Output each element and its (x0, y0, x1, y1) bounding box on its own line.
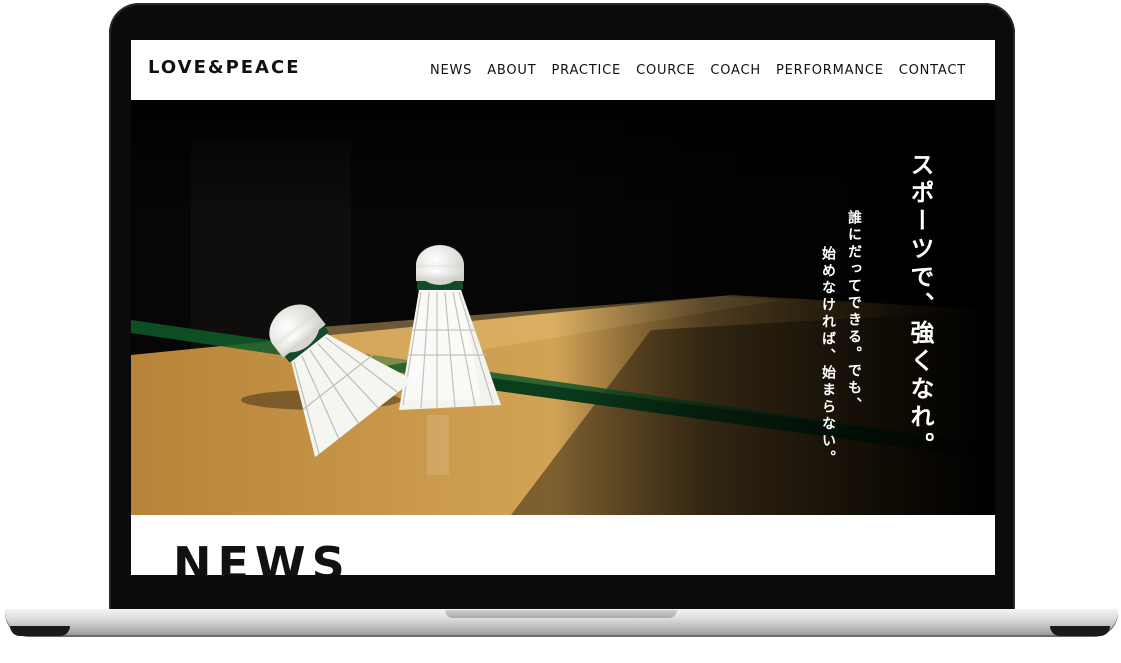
site-logo[interactable]: LOVE&PEACE (148, 57, 301, 78)
hero-subline-1: 誰にだってできる。でも、 (846, 210, 862, 414)
laptop-foot-left (10, 626, 70, 636)
news-heading: NEWS (173, 537, 351, 575)
nav-item-coach[interactable]: COACH (710, 63, 761, 78)
nav-item-cource[interactable]: COURCE (636, 63, 695, 78)
hero-section: スポーツで、強くなれ。 誰にだってできる。でも、 始めなければ、始まらない。 (131, 100, 995, 515)
nav-item-performance[interactable]: PERFORMANCE (776, 63, 884, 78)
nav-item-contact[interactable]: CONTACT (899, 63, 966, 78)
nav-item-about[interactable]: ABOUT (487, 63, 536, 78)
nav-item-news[interactable]: NEWS (430, 63, 472, 78)
nav-item-practice[interactable]: PRACTICE (552, 63, 622, 78)
screen: LOVE&PEACE NEWS ABOUT PRACTICE COURCE CO… (131, 40, 995, 575)
news-section: NEWS (131, 515, 995, 575)
hero-headline: スポーツで、強くなれ。 (906, 152, 934, 460)
hero-subline: 誰にだってできる。でも、 始めなければ、始まらない。 (815, 210, 867, 500)
hero-subline-2: 始めなければ、始まらない。 (820, 246, 836, 467)
site-header: LOVE&PEACE NEWS ABOUT PRACTICE COURCE CO… (131, 40, 995, 100)
main-nav: NEWS ABOUT PRACTICE COURCE COACH PERFORM… (430, 63, 966, 78)
laptop-notch (445, 610, 677, 618)
laptop-foot-right (1050, 626, 1110, 636)
